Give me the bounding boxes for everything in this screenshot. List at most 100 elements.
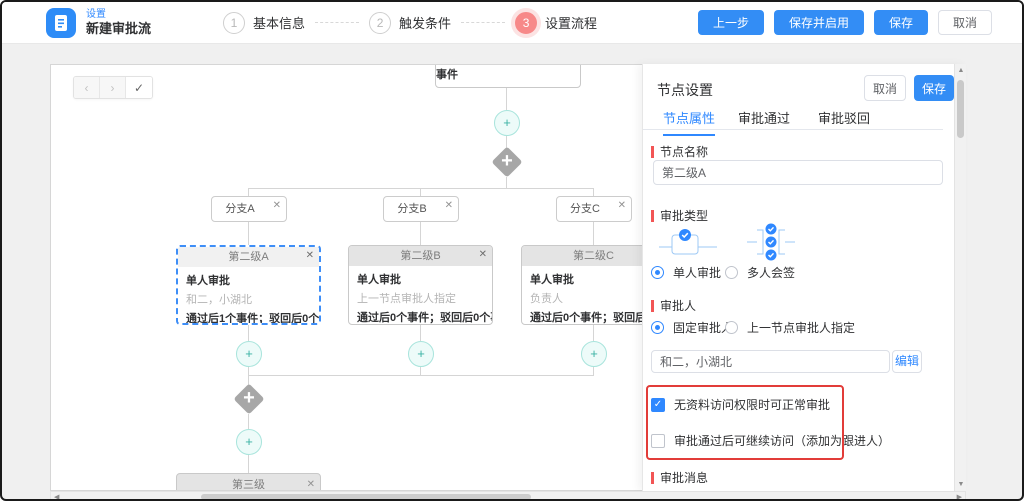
required-marker — [651, 146, 654, 158]
single-approval-icon[interactable] — [659, 226, 717, 265]
step-divider — [315, 22, 359, 23]
approval-message-label: 审批消息 — [651, 469, 708, 486]
step-label: 触发条件 — [399, 13, 451, 32]
save-and-enable-button[interactable]: 保存并启用 — [774, 10, 864, 35]
connector-line — [593, 325, 594, 341]
approver-text: 和二，小湖北 — [186, 291, 311, 307]
branch-node-c[interactable]: 分支C ✕ — [556, 196, 632, 222]
branch-node-a[interactable]: 分支A ✕ — [211, 196, 287, 222]
approval-type-text: 单人审批 — [530, 271, 657, 287]
merge-line — [248, 375, 594, 376]
panel-save-button[interactable]: 保存 — [914, 75, 954, 101]
cancel-button[interactable]: 取消 — [938, 10, 992, 35]
panel-vertical-scrollbar[interactable]: ▲ ▼ — [954, 64, 966, 491]
radio-single-approval[interactable]: 单人审批 — [651, 264, 721, 281]
step-setup-flow[interactable]: 3 设置流程 — [515, 12, 597, 34]
step-number: 1 — [223, 12, 245, 34]
branch-label: 分支B — [384, 197, 440, 221]
scrollbar-thumb[interactable] — [201, 494, 531, 500]
card-title: 第二级A — [228, 251, 268, 263]
panel-tabs: 节点属性 审批通过 审批驳回 — [643, 108, 943, 130]
card-title: 第二级C — [573, 250, 614, 262]
node-name-input[interactable] — [653, 160, 943, 185]
events-text: 通过后0个事件；驳回后0个事件 — [357, 309, 484, 325]
tab-node-properties[interactable]: 节点属性 — [663, 108, 715, 136]
canvas-horizontal-scrollbar[interactable]: ◀ ▶ — [50, 491, 966, 501]
topbar-actions: 上一步 保存并启用 保存 取消 — [698, 10, 992, 35]
approver-label: 审批人 — [651, 297, 696, 314]
edit-approver-button[interactable]: 编辑 — [892, 350, 922, 373]
connector-line — [248, 367, 249, 375]
add-node-button[interactable]: + — [408, 341, 434, 367]
approval-node-card-a[interactable]: 第二级A ✕ 单人审批 和二，小湖北 通过后1个事件；驳回后0个事件 — [176, 245, 321, 325]
connector-line — [248, 325, 249, 341]
branch-gateway-node[interactable]: + — [490, 145, 524, 179]
step-number: 3 — [515, 12, 537, 34]
step-divider — [461, 22, 505, 23]
connector-line — [593, 188, 594, 196]
tab-approval-reject[interactable]: 审批驳回 — [818, 108, 870, 134]
save-button[interactable]: 保存 — [874, 10, 928, 35]
approval-type-text: 单人审批 — [357, 271, 484, 287]
step-number: 2 — [369, 12, 391, 34]
breadcrumb-settings: 设置 — [86, 9, 151, 21]
approver-text: 负责人 — [530, 290, 657, 306]
page-title: 新建审批流 — [86, 21, 151, 37]
scrollbar-thumb[interactable] — [957, 80, 964, 138]
undo-button[interactable]: ‹ — [74, 77, 100, 98]
multi-countersign-icon[interactable] — [747, 222, 795, 265]
radio-unselected-icon — [725, 321, 738, 334]
radio-fixed-approver[interactable]: 固定审批人 — [651, 319, 733, 336]
redo-button[interactable]: › — [100, 77, 126, 98]
close-icon[interactable]: ✕ — [445, 201, 453, 211]
third-level-node[interactable]: 第三级 ✕ — [176, 473, 321, 491]
radio-multi-countersign[interactable]: 多人会签 — [725, 264, 795, 281]
radio-previous-node-approver[interactable]: 上一节点审批人指定 — [725, 319, 855, 336]
step-trigger-condition[interactable]: 2 触发条件 — [369, 12, 451, 34]
add-node-button[interactable]: + — [236, 429, 262, 455]
previous-step-button[interactable]: 上一步 — [698, 10, 764, 35]
checkbox-allow-approve-without-access[interactable]: ✓ 无资料访问权限时可正常审批 — [651, 396, 830, 413]
panel-title: 节点设置 — [657, 80, 713, 100]
close-icon[interactable]: ✕ — [273, 201, 281, 211]
connector-line — [420, 222, 421, 245]
scroll-down-icon[interactable]: ▼ — [955, 481, 967, 488]
required-marker — [651, 472, 654, 484]
add-node-button[interactable]: + — [494, 110, 520, 136]
connector-line — [248, 455, 249, 473]
add-node-button[interactable]: + — [581, 341, 607, 367]
app-identity: 设置 新建审批流 — [46, 8, 151, 38]
node-name-label: 节点名称 — [651, 143, 708, 160]
topbar: 设置 新建审批流 1 基本信息 2 触发条件 3 设置流程 上一步 保存并启用 … — [2, 2, 1022, 44]
checkbox-continue-access-after-approval[interactable]: 审批通过后可继续访问（添加为跟进人） — [651, 432, 890, 449]
scroll-left-icon[interactable]: ◀ — [54, 493, 59, 501]
panel-cancel-button[interactable]: 取消 — [864, 75, 906, 101]
scroll-up-icon[interactable]: ▲ — [955, 67, 967, 74]
step-basic-info[interactable]: 1 基本信息 — [223, 12, 305, 34]
events-text: 通过后1个事件；驳回后0个事件 — [186, 310, 311, 325]
approver-input[interactable] — [651, 350, 890, 373]
approval-node-card-b[interactable]: 第二级B ✕ 单人审批 上一节点审批人指定 通过后0个事件；驳回后0个事件 — [348, 245, 493, 325]
scroll-right-icon[interactable]: ▶ — [957, 493, 962, 501]
radio-selected-icon — [651, 266, 664, 279]
upstream-node-events[interactable]: 通过后0个事件；驳回后0个事件 — [435, 64, 581, 88]
close-icon[interactable]: ✕ — [306, 251, 314, 261]
canvas-toolbar: ‹ › ✓ — [73, 76, 153, 99]
connector-line — [248, 222, 249, 245]
document-icon — [46, 8, 76, 38]
connector-line — [593, 367, 594, 375]
node-title: 第三级 — [177, 474, 320, 491]
plus-icon: + — [232, 382, 266, 416]
branch-node-b[interactable]: 分支B ✕ — [383, 196, 459, 222]
required-marker — [651, 300, 654, 312]
close-icon[interactable]: ✕ — [618, 201, 626, 211]
radio-selected-icon — [651, 321, 664, 334]
close-icon[interactable]: ✕ — [307, 480, 315, 490]
tab-approval-pass[interactable]: 审批通过 — [738, 108, 790, 134]
validate-button[interactable]: ✓ — [126, 77, 152, 98]
add-node-button[interactable]: + — [236, 341, 262, 367]
close-icon[interactable]: ✕ — [479, 250, 487, 260]
connector-line — [593, 222, 594, 245]
merge-gateway-node[interactable]: + — [232, 382, 266, 416]
card-title: 第二级B — [400, 250, 440, 262]
